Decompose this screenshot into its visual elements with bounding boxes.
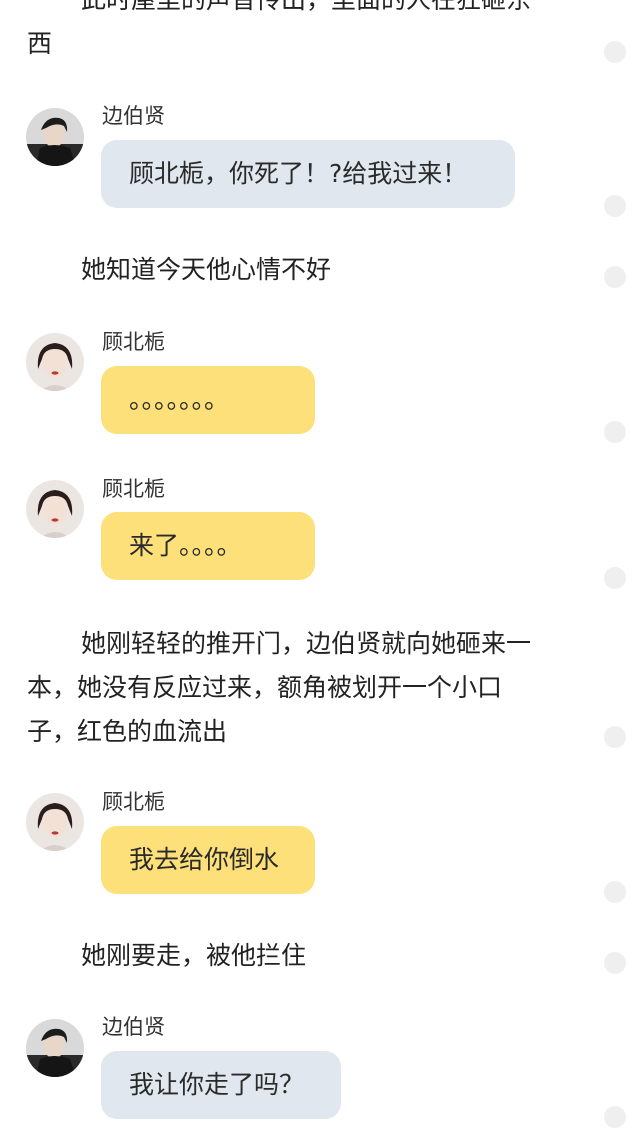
side-dot bbox=[604, 726, 626, 748]
female-avatar-icon[interactable] bbox=[26, 793, 84, 851]
narration-paragraph: 她刚要走，被他拦住 bbox=[27, 934, 567, 978]
side-dot bbox=[604, 567, 626, 589]
narration-line: 此时屋里的声音传出，里面的人在狂砸东 bbox=[27, 0, 567, 22]
speaker-name: 顾北栀 bbox=[102, 477, 165, 501]
narration-line: 她刚要走，被他拦住 bbox=[81, 941, 307, 970]
message-bubble: 。。。。。。。 bbox=[101, 366, 315, 434]
narration-line: 她刚轻轻的推开门，边伯贤就向她砸来一 bbox=[81, 629, 532, 658]
male-avatar-icon[interactable] bbox=[26, 108, 84, 166]
message-bubble: 我去给你倒水 bbox=[101, 826, 315, 894]
narration-paragraph: 她知道今天他心情不好 bbox=[27, 248, 567, 292]
speaker-name: 顾北栀 bbox=[102, 790, 165, 814]
female-avatar-icon[interactable] bbox=[26, 333, 84, 391]
narration-line: 她知道今天他心情不好 bbox=[81, 255, 332, 284]
speaker-name: 边伯贤 bbox=[102, 104, 165, 128]
side-dot bbox=[604, 41, 626, 63]
speaker-name: 顾北栀 bbox=[102, 330, 165, 354]
narration-paragraph: 她刚轻轻的推开门，边伯贤就向她砸来一 本，她没有反应过来，额角被划开一个小口 子… bbox=[27, 622, 567, 754]
side-dot bbox=[604, 266, 626, 288]
female-avatar-icon[interactable] bbox=[26, 480, 84, 538]
narration-line: 本，她没有反应过来，额角被划开一个小口 bbox=[27, 673, 503, 702]
side-dot bbox=[604, 952, 626, 974]
side-dot bbox=[604, 195, 626, 217]
side-dot bbox=[604, 421, 626, 443]
narration-line: 西 bbox=[27, 29, 53, 58]
male-avatar-icon[interactable] bbox=[26, 1019, 84, 1077]
message-bubble: 顾北栀，你死了！?给我过来！ bbox=[101, 140, 515, 208]
narration-line: 子，红色的血流出 bbox=[27, 717, 228, 746]
speaker-name: 边伯贤 bbox=[102, 1015, 165, 1039]
message-bubble: 来了。。。。 bbox=[101, 512, 315, 580]
chat-story-page: 此时屋里的声音传出，里面的人在狂砸东 西 边伯贤 顾北栀，你死了！?给我过来！ … bbox=[0, 0, 640, 1138]
side-dot bbox=[604, 1106, 626, 1128]
side-dot bbox=[604, 881, 626, 903]
narration-top: 此时屋里的声音传出，里面的人在狂砸东 西 bbox=[27, 0, 567, 66]
message-bubble: 我让你走了吗？ bbox=[101, 1051, 341, 1119]
